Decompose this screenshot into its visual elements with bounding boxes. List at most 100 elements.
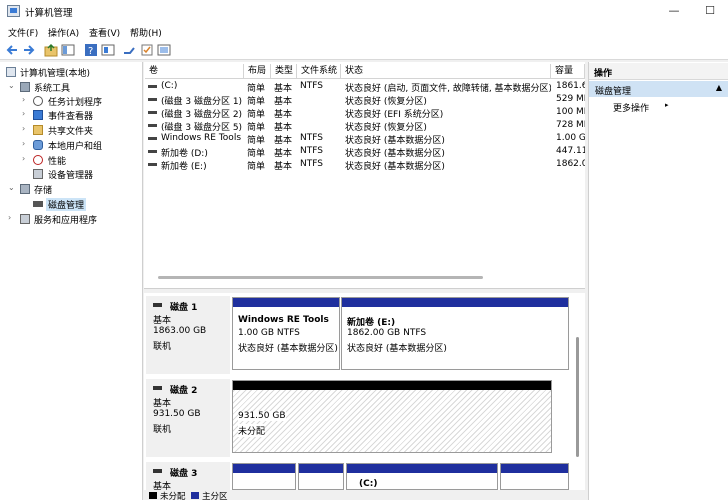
tools-icon [20,82,30,92]
tree-item-services[interactable]: › 服务和应用程序 [0,212,142,227]
volume-row[interactable]: (磁盘 3 磁盘分区 2) 简单 基本 状态良好 (EFI 系统分区) 100 MI [145,106,585,120]
tree-root-label: 计算机管理(本地) [20,69,91,79]
clock-icon [33,96,43,106]
volume-row[interactable]: (磁盘 3 磁盘分区 5) 简单 基本 状态良好 (恢复分区) 728 MI [145,119,585,133]
unallocated-bar [233,381,551,390]
tree-item-performance[interactable]: › 性能 [0,153,142,168]
column-header-type[interactable]: 类型 [271,64,297,79]
tree-item-storage[interactable]: ⌄ 存储 [0,182,142,197]
tree-item-local-users[interactable]: › 本地用户和组 [0,138,142,153]
tree-item-label: 本地用户和组 [48,142,103,152]
chevron-right-icon[interactable]: › [22,124,25,133]
chevron-right-icon[interactable]: › [8,213,11,222]
tree-item-label: 事件查看器 [48,112,94,122]
disk-status: 联机 [153,342,172,352]
forward-icon[interactable] [22,43,36,57]
users-icon [33,140,43,150]
volume-row[interactable]: (C:) 简单 基本 NTFS 状态良好 (启动, 页面文件, 故障转储, 基本数据分区… [145,80,585,94]
performance-icon [33,155,43,165]
cell-capacity: 447.11 [556,146,585,156]
primary-partition-bar [501,464,568,473]
minimize-button[interactable]: — [656,0,692,23]
chevron-down-icon[interactable]: ⌄ [8,183,15,192]
tree-item-device-manager[interactable]: 设备管理器 [0,167,142,182]
close-button[interactable] [720,0,728,23]
partition-unallocated[interactable]: 931.50 GB 未分配 [232,380,552,453]
chevron-right-icon[interactable]: › [22,154,25,163]
partition-new-volume-e[interactable]: 新加卷 (E:) 1862.00 GB NTFS 状态良好 (基本数据分区) [341,297,569,370]
show-hide-tree-icon[interactable] [61,43,75,57]
volume-row[interactable]: (磁盘 3 磁盘分区 1) 简单 基本 状态良好 (恢复分区) 529 MI [145,93,585,107]
disk-1-label[interactable]: 磁盘 1 基本 1863.00 GB 联机 [146,296,230,374]
tree-item-task-scheduler[interactable]: › 任务计划程序 [0,94,142,109]
computer-management-icon [7,5,20,17]
chevron-right-icon[interactable]: › [22,139,25,148]
more-actions-link[interactable]: 更多操作 ▸ [613,101,669,114]
menu-action[interactable]: 操作(A) [48,26,79,39]
menu-file[interactable]: 文件(F) [8,26,38,39]
tree-item-label: 任务计划程序 [48,98,103,108]
menu-help[interactable]: 帮助(H) [130,26,162,39]
volume-icon [148,85,157,88]
partition-disk3-2[interactable] [298,463,344,490]
list-view-icon[interactable] [157,43,171,57]
column-header-layout[interactable]: 布局 [244,64,271,79]
tree-item-label: 性能 [48,157,67,167]
menu-view[interactable]: 查看(V) [89,26,120,39]
disk-name: 磁盘 2 [170,386,198,396]
column-header-filesystem[interactable]: 文件系统 [297,64,341,79]
chevron-right-icon[interactable]: › [22,109,25,118]
tree-item-disk-management[interactable]: 磁盘管理 [0,197,142,212]
cell-capacity: 100 MI [556,107,585,117]
disk-name: 磁盘 3 [170,469,198,479]
partition-size: 1862.00 GB NTFS [347,328,427,338]
cell-capacity: 1.00 GI [556,133,585,143]
partition-disk3-1[interactable] [232,463,296,490]
collapse-up-icon[interactable]: ▲ [716,83,722,92]
back-icon[interactable] [5,43,19,57]
partition-c[interactable]: (C:) [346,463,498,490]
disk-2-label[interactable]: 磁盘 2 基本 931.50 GB 联机 [146,379,230,457]
volume-row[interactable]: 新加卷 (E:) 简单 基本 NTFS 状态良好 (基本数据分区) 1862.0 [145,158,585,172]
volume-row[interactable]: Windows RE Tools 简单 基本 NTFS 状态良好 (基本数据分区) 1.0… [145,132,585,146]
cell-capacity: 728 MI [556,120,585,130]
primary-partition-bar [342,298,568,307]
column-header-capacity[interactable]: 容量 [551,64,585,79]
cell-filesystem: NTFS [300,146,323,156]
column-header-volume[interactable]: 卷 [145,64,244,79]
column-header-status[interactable]: 状态 [341,64,551,79]
cell-status: 状态良好 (基本数据分区) [345,162,445,172]
actions-section-label: 磁盘管理 [595,87,632,97]
cell-capacity: 1861.6 [556,81,585,91]
disk-3-label[interactable]: 磁盘 3 基本 [146,462,230,492]
check-icon[interactable] [140,43,154,57]
cell-capacity: 1862.0 [556,159,585,169]
connect-icon[interactable] [122,43,136,57]
tree-item-event-viewer[interactable]: › 事件查看器 [0,108,142,123]
actions-section-disk-management[interactable]: 磁盘管理 ▲ [589,81,728,97]
partition-disk3-5[interactable] [500,463,569,490]
partition-status: 状态良好 (基本数据分区) [238,344,338,354]
tree-item-shared-folders[interactable]: › 共享文件夹 [0,123,142,138]
window-title: 计算机管理 [25,8,73,19]
volume-icon [148,163,157,166]
chevron-down-icon[interactable]: ⌄ [8,81,15,90]
volume-row[interactable]: 新加卷 (D:) 简单 基本 NTFS 状态良好 (基本数据分区) 447.11 [145,145,585,159]
cell-type: 基本 [274,162,293,172]
more-actions-label: 更多操作 [613,104,650,114]
chevron-right-icon[interactable]: › [22,95,25,104]
vertical-scrollbar[interactable] [576,337,579,457]
cell-filesystem: NTFS [300,159,323,169]
horizontal-scrollbar[interactable] [158,276,483,279]
volume-icon [148,137,157,140]
tree-item-system-tools[interactable]: ⌄ 系统工具 [0,80,142,95]
tree-root[interactable]: 计算机管理(本地) [0,65,142,80]
cell-layout: 简单 [247,162,266,172]
cell-volume: Windows RE Tools [161,133,242,143]
volume-icon [148,111,157,114]
primary-partition-bar [299,464,343,473]
partition-windows-re-tools[interactable]: Windows RE Tools 1.00 GB NTFS 状态良好 (基本数据… [232,297,340,370]
up-folder-icon[interactable] [44,43,58,57]
help-icon[interactable]: ? [84,43,98,57]
properties-icon[interactable] [101,43,115,57]
